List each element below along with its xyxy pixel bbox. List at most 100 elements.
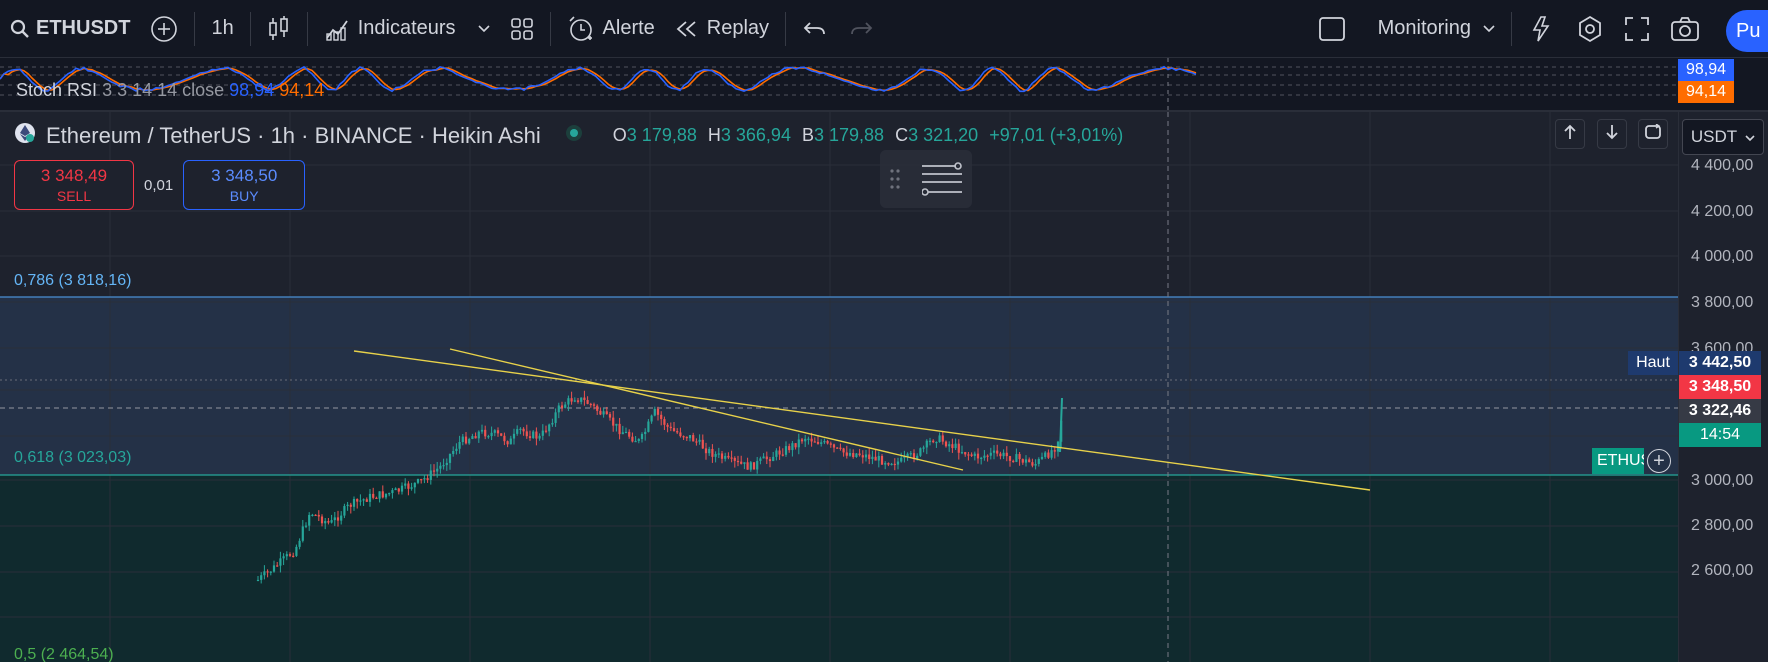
candle-body [528,436,532,439]
candle-body [1024,459,1028,463]
candle-body [708,448,711,454]
candle-body [960,452,964,454]
candle-body [304,525,308,527]
candle-body [480,429,484,432]
scroll-down-button[interactable] [1597,119,1627,149]
candle-body [618,423,621,435]
candle-body [1037,458,1040,464]
layout-checkbox[interactable] [1308,9,1356,49]
candle-body [340,515,343,521]
fib-level-618-label[interactable]: 0,618 (3 023,03) [14,449,131,467]
candle-body [544,430,548,432]
candle-body [506,441,509,445]
candle-body [442,465,445,467]
candle-body [909,453,912,455]
candle-body [932,440,935,443]
fib-level-786-label[interactable]: 0,786 (3 818,16) [14,272,131,290]
candle-body [1034,463,1037,466]
currency-selector[interactable]: USDT [1682,119,1764,155]
symbol-search-button[interactable]: ETHUSDT [0,9,140,49]
layout-name-button[interactable]: Monitoring [1356,9,1505,49]
compare-symbol-button[interactable] [140,9,188,49]
indicators-button[interactable]: Indicateurs [314,9,500,49]
candle-body [455,448,458,451]
candle-body [992,450,996,453]
candle-body [420,479,423,481]
candle-body [503,435,506,442]
chart-title[interactable]: Ethereum / TetherUS · 1h · BINANCE · Hei… [46,123,541,149]
candle-body [356,498,359,502]
stoch-rsi-k-value: 98,94 [229,80,275,100]
candle-body [394,488,397,491]
close-label: C [895,125,909,145]
candle-body [621,432,624,435]
candle-body [816,441,820,444]
candle-body [381,491,384,498]
sell-button[interactable]: 3 348,49 SELL [14,160,134,210]
candle-body [919,448,922,456]
candle-body [656,408,660,415]
candle-body [276,565,279,567]
candle-body [404,483,407,486]
plus-circle-icon [150,15,178,43]
candle-body [967,454,970,456]
price-tick: 4 200,00 [1691,203,1754,220]
candle-body [263,571,266,576]
candle-body [746,462,749,470]
candle-body [1028,459,1031,463]
candle-body [772,456,775,462]
interval-button[interactable]: 1h [201,9,243,49]
stoch-rsi-pane[interactable]: Stoch RSI 3 3 14 14 close 98,94 94,14 98… [0,58,1768,112]
buy-button[interactable]: 3 348,50 BUY [183,160,306,210]
reset-view-button[interactable] [1638,119,1668,149]
redo-button[interactable] [838,9,884,49]
replay-button[interactable]: Replay [665,9,779,49]
price-tick: 4 000,00 [1691,248,1754,265]
drag-handle-icon[interactable] [890,168,900,195]
grid-icon [510,17,534,41]
settings-button[interactable] [1566,9,1614,49]
candle-body [436,468,439,472]
price-axis[interactable]: 4 400,00 4 200,00 4 000,00 3 800,00 3 60… [1678,112,1768,662]
chevron-down-icon [1745,127,1755,147]
drawing-toolbar[interactable] [880,150,972,208]
candle-body [474,436,477,439]
candle-body [320,516,324,524]
add-order-icon[interactable]: + [1647,449,1671,473]
candle-body [752,462,756,470]
candle-body [679,432,682,437]
alert-button[interactable]: Alerte [557,9,665,49]
fullscreen-button[interactable] [1614,9,1660,49]
scroll-up-button[interactable] [1555,119,1585,149]
candle-body [372,493,375,498]
candle-body [890,463,893,466]
layouts-button[interactable] [500,9,544,49]
ethereum-icon [14,122,36,149]
rewind-icon [675,19,699,39]
candle-body [970,454,973,456]
candle-body [298,540,301,547]
candle-body [602,411,605,415]
candle-body [1018,454,1021,460]
chart-type-button[interactable] [257,9,301,49]
fib-level-5-label[interactable]: 0,5 (2 464,54) [14,646,114,662]
publish-button[interactable]: Pu [1726,10,1768,52]
candle-body [928,440,932,442]
candle-body [560,405,564,408]
toolbar-divider [1511,11,1512,46]
candle-body [282,556,285,559]
candle-body [1005,452,1008,457]
candle-body [880,456,884,465]
candles-icon [267,15,291,43]
fib-tool-icon[interactable] [921,162,962,201]
snapshot-button[interactable] [1660,9,1710,49]
currency-label: USDT [1690,127,1738,146]
undo-button[interactable] [792,9,838,49]
candle-body [522,428,525,432]
candle-body [596,405,599,411]
quick-search-button[interactable] [1518,9,1566,49]
candle-body [800,439,804,442]
candle-body [445,462,448,466]
market-status-icon [565,124,583,147]
candle-body [682,436,685,438]
